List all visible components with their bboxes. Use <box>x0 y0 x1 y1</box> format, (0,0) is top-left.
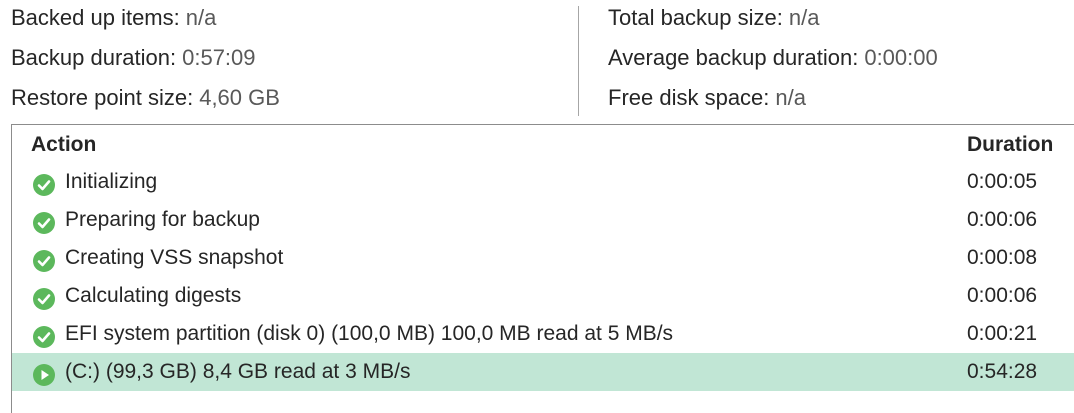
table-row[interactable]: Preparing for backup 0:00:06 <box>12 201 1074 239</box>
stat-label: Restore point size: <box>11 85 194 110</box>
stat-label: Average backup duration: <box>608 45 859 70</box>
column-divider <box>578 6 579 116</box>
stat-label: Total backup size: <box>608 5 783 30</box>
check-circle-icon <box>33 323 55 348</box>
stat-value: 0:00:00 <box>864 45 938 70</box>
play-circle-icon <box>33 361 55 386</box>
action-text: Creating VSS snapshot <box>65 246 284 269</box>
stat-free-disk-space: Free disk space: n/a <box>608 85 806 111</box>
stat-label: Free disk space: <box>608 85 770 110</box>
backup-summary-panel: Backed up items: n/a Backup duration: 0:57… <box>0 0 1074 122</box>
action-log-table[interactable]: Action Duration Initializing 0:00:05 Pre… <box>11 124 1074 413</box>
table-body: Initializing 0:00:05 Preparing for backu… <box>12 163 1074 391</box>
action-text: (C:) (99,3 GB) 8,4 GB read at 3 MB/s <box>65 360 411 383</box>
column-header-action[interactable]: Action <box>31 133 96 157</box>
stat-value: 4,60 GB <box>199 85 280 110</box>
stat-total-backup-size: Total backup size: n/a <box>608 5 819 31</box>
check-circle-icon <box>33 171 55 196</box>
table-row[interactable]: Initializing 0:00:05 <box>12 163 1074 201</box>
stat-value: n/a <box>185 5 217 30</box>
stat-backed-up-items: Backed up items: n/a <box>11 5 216 31</box>
table-row[interactable]: Calculating digests 0:00:06 <box>12 277 1074 315</box>
table-row[interactable]: EFI system partition (disk 0) (100,0 MB)… <box>12 315 1074 353</box>
check-circle-icon <box>33 285 55 310</box>
duration-text: 0:00:08 <box>967 246 1038 269</box>
stat-label: Backup duration: <box>11 45 177 70</box>
backup-session-details: Backed up items: n/a Backup duration: 0:57… <box>0 0 1074 413</box>
stat-value: n/a <box>775 85 806 110</box>
duration-text: 0:00:06 <box>967 284 1038 307</box>
duration-text: 0:00:06 <box>967 208 1038 231</box>
stat-restore-point-size: Restore point size: 4,60 GB <box>11 85 280 111</box>
table-header: Action Duration <box>12 133 1074 159</box>
stat-value: n/a <box>788 5 820 30</box>
check-circle-icon <box>33 247 55 272</box>
duration-text: 0:00:05 <box>967 170 1038 193</box>
table-row[interactable]: Creating VSS snapshot 0:00:08 <box>12 239 1074 277</box>
stat-average-backup-duration: Average backup duration: 0:00:00 <box>608 45 938 71</box>
stat-label: Backed up items: <box>11 5 180 30</box>
duration-text: 0:54:28 <box>967 360 1038 383</box>
stat-backup-duration: Backup duration: 0:57:09 <box>11 45 256 71</box>
table-row-running[interactable]: (C:) (99,3 GB) 8,4 GB read at 3 MB/s 0:5… <box>12 353 1074 391</box>
action-text: Calculating digests <box>65 284 242 307</box>
duration-text: 0:00:21 <box>967 322 1038 345</box>
stat-value: 0:57:09 <box>182 45 256 70</box>
action-text: EFI system partition (disk 0) (100,0 MB)… <box>65 322 674 345</box>
check-circle-icon <box>33 209 55 234</box>
action-text: Initializing <box>65 170 158 193</box>
action-text: Preparing for backup <box>65 208 260 231</box>
column-header-duration[interactable]: Duration <box>967 133 1053 157</box>
